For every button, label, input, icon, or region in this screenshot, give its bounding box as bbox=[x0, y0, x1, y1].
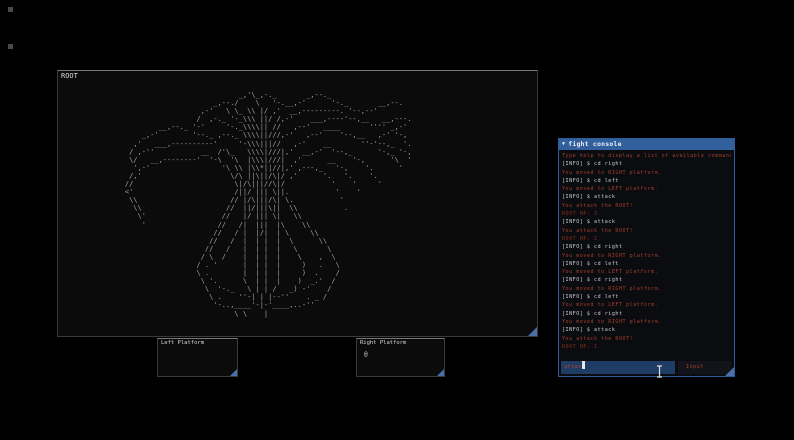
ibeam-cursor-icon bbox=[655, 363, 664, 382]
log-line: You moved to RIGHT platform. bbox=[562, 285, 731, 293]
log-line: [INFO] $ cd right bbox=[562, 276, 731, 284]
log-line: You moved to RIGHT platform. bbox=[562, 318, 731, 326]
root-window-title[interactable]: ROOT bbox=[61, 72, 78, 80]
desktop-marker-icon bbox=[8, 7, 13, 12]
input-button[interactable]: Input bbox=[678, 361, 731, 374]
fight-console-header[interactable]: ▼fight console bbox=[559, 139, 734, 150]
left-platform-title[interactable]: Left Platform bbox=[161, 340, 204, 346]
console-log: Type help to display a list of available… bbox=[562, 152, 731, 358]
log-line: You moved to LEFT platform. bbox=[562, 301, 731, 309]
log-line: [INFO] $ attack bbox=[562, 326, 731, 334]
log-line: [INFO] $ cd right bbox=[562, 310, 731, 318]
resize-handle[interactable] bbox=[437, 369, 444, 376]
log-line: You moved to LEFT platform. bbox=[562, 268, 731, 276]
log-line: [INFO] $ cd left bbox=[562, 177, 731, 185]
fight-console-title: fight console bbox=[568, 140, 621, 148]
right-platform-window: Right Platform @ bbox=[356, 338, 445, 377]
log-line: You attack the ROOT! bbox=[562, 335, 731, 343]
game-screen: { "desktop_markers": [ {"name": "marker-… bbox=[0, 0, 794, 440]
player-character: @ bbox=[364, 351, 368, 358]
collapse-triangle-icon[interactable]: ▼ bbox=[562, 141, 565, 147]
log-line: ROOT HP: 3 bbox=[562, 210, 731, 218]
log-line: You moved to RIGHT platform. bbox=[562, 252, 731, 260]
log-line: [INFO] $ cd left bbox=[562, 260, 731, 268]
log-line: [INFO] $ attack bbox=[562, 193, 731, 201]
log-line: You attack the ROOT! bbox=[562, 227, 731, 235]
log-line: [INFO] $ cd right bbox=[562, 243, 731, 251]
root-ascii-art: _,'\_,-._ _,--._ _,--./ \ '-.__,-' '-._ … bbox=[108, 91, 411, 318]
command-input-value: attac bbox=[564, 364, 582, 370]
resize-handle[interactable] bbox=[528, 327, 537, 336]
log-line: [INFO] $ attack bbox=[562, 218, 731, 226]
log-line: Type help to display a list of available… bbox=[562, 152, 731, 160]
fight-console-window: ▼fight console Type help to display a li… bbox=[558, 138, 735, 377]
log-line: [INFO] $ cd left bbox=[562, 293, 731, 301]
log-line: ROOT HP: 1 bbox=[562, 343, 731, 351]
text-caret bbox=[582, 361, 585, 369]
log-line: You moved to RIGHT platform. bbox=[562, 169, 731, 177]
log-line: ROOT HP: 2 bbox=[562, 235, 731, 243]
right-platform-title[interactable]: Right Platform bbox=[360, 340, 406, 346]
resize-handle[interactable] bbox=[230, 369, 237, 376]
log-line: You moved to LEFT platform. bbox=[562, 185, 731, 193]
resize-handle[interactable] bbox=[725, 367, 734, 376]
log-line: [INFO] $ cd right bbox=[562, 160, 731, 168]
root-window: ROOT _,'\_,-._ _,--._ _,--./ \ '-.__,-' … bbox=[57, 70, 538, 337]
log-line: You attack the ROOT! bbox=[562, 202, 731, 210]
desktop-marker-icon bbox=[8, 44, 13, 49]
left-platform-window: Left Platform bbox=[157, 338, 238, 377]
